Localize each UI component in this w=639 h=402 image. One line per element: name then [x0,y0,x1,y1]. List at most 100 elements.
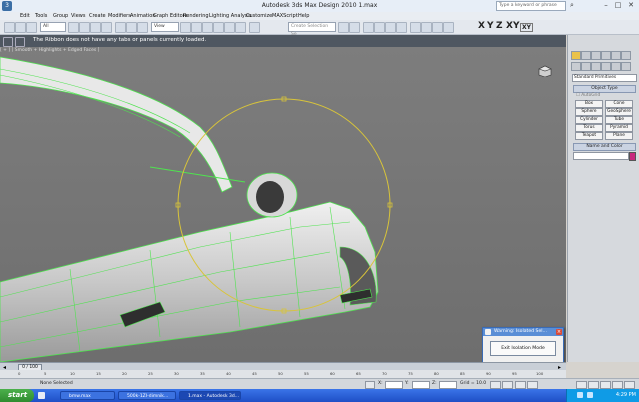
motion-tab-icon[interactable] [601,51,611,60]
zoom-all-icon[interactable] [588,381,599,389]
graphite-tools-icon[interactable] [374,22,385,33]
display-tab-icon[interactable] [611,51,621,60]
edit-named-selection-icon[interactable] [249,22,260,33]
select-by-name-icon[interactable] [79,22,90,33]
mirror-icon[interactable] [338,22,349,33]
shapes-icon[interactable] [581,62,591,71]
percent-snap-icon[interactable] [224,22,235,33]
x-coord-field[interactable] [385,381,403,389]
box-button[interactable]: Box [575,100,603,108]
object-color-swatch[interactable] [629,152,636,161]
zoom-icon[interactable] [576,381,587,389]
quick-launch-icon[interactable] [38,392,45,399]
axis-xy-button[interactable]: XY [506,21,519,31]
menu-help[interactable]: Help [298,12,309,20]
menu-tools[interactable]: Tools [35,12,47,20]
search-input[interactable]: Type a keyword or phrase [496,1,566,11]
rectangle-selection-icon[interactable] [90,22,101,33]
pan-icon[interactable] [600,381,611,389]
taskbar-item-active[interactable]: 1.max - Autodesk 3d... [179,391,241,400]
reference-coordinate-dropdown[interactable]: View [151,22,179,32]
utilities-tab-icon[interactable] [621,51,631,60]
link-icon[interactable] [26,22,37,33]
window-crossing-icon[interactable] [101,22,112,33]
modify-tab-icon[interactable] [581,51,591,60]
minimize-button[interactable]: – [600,0,612,10]
render-setup-icon[interactable] [421,22,432,33]
orbit-icon[interactable] [612,381,623,389]
angle-snap-icon[interactable] [213,22,224,33]
primitive-category-dropdown[interactable]: Standard Primitives [572,74,637,82]
helpers-icon[interactable] [611,62,621,71]
volume-icon[interactable] [587,392,593,398]
close-button[interactable]: ✕ [625,0,637,10]
menu-customize[interactable]: Customize [246,12,272,20]
spinner-snap-icon[interactable] [235,22,246,33]
menu-maxscript[interactable]: MAXScript [272,12,298,20]
create-tab-icon[interactable] [571,51,581,60]
hierarchy-tab-icon[interactable] [591,51,601,60]
redo-icon[interactable] [15,22,26,33]
named-selection-sets-dropdown[interactable]: Create Selection Se [288,22,336,37]
search-icon[interactable]: ⌕ [566,0,578,10]
teapot-button[interactable]: Teapot [575,132,603,140]
geometry-icon[interactable] [571,62,581,71]
taskbar-item[interactable]: 500k-1ZI-dimnik... [118,391,176,400]
taskbar-item[interactable]: bmw.max [60,391,115,400]
set-key-button[interactable] [502,381,513,389]
object-name-field[interactable] [573,152,629,160]
cone-button[interactable]: Cone [605,100,633,108]
torus-button[interactable]: Torus [575,124,603,132]
menu-create[interactable]: Create [89,12,106,20]
select-manipulate-icon[interactable] [191,22,202,33]
auto-key-button[interactable] [490,381,501,389]
tube-button[interactable]: Tube [605,116,633,124]
tray-icon[interactable] [577,392,583,398]
rendered-frame-window-icon[interactable] [432,22,443,33]
snaps-toggle-icon[interactable] [202,22,213,33]
material-editor-icon[interactable] [410,22,421,33]
select-rotate-icon[interactable] [126,22,137,33]
menu-group[interactable]: Group [53,12,68,20]
sphere-button[interactable]: Sphere [575,108,603,116]
play-icon[interactable] [515,381,526,389]
start-button[interactable]: start [0,389,34,402]
axis-xy-constraint-button[interactable]: XY [520,23,533,32]
cylinder-button[interactable]: Cylinder [575,116,603,124]
menu-modifiers[interactable]: Modifiers [108,12,131,20]
render-production-icon[interactable] [443,22,454,33]
menu-animation[interactable]: Animation [130,12,156,20]
menu-edit[interactable]: Edit [20,12,30,20]
menu-rendering[interactable]: Rendering [183,12,209,20]
name-and-color-rollout[interactable]: Name and Color [573,143,636,151]
ribbon-minimize-icon[interactable] [15,37,25,47]
pivot-center-icon[interactable] [180,22,191,33]
align-icon[interactable] [349,22,360,33]
maximize-button[interactable]: □ [612,0,624,10]
lock-selection-icon[interactable] [365,381,375,389]
pyramid-button[interactable]: Pyramid [605,124,633,132]
menu-views[interactable]: Views [71,12,85,20]
layer-manager-icon[interactable] [363,22,374,33]
viewport-label[interactable]: [ + ] [ Smooth + Highlights + Edged Face… [0,48,99,53]
z-coord-field[interactable] [439,381,457,389]
track-bar[interactable]: 0 5 10 15 20 25 30 35 40 45 50 55 60 65 … [0,370,566,378]
plane-button[interactable]: Plane [605,132,633,140]
maximize-viewport-icon[interactable] [624,381,635,389]
axis-y-button[interactable]: Y [487,21,494,31]
curve-editor-icon[interactable] [385,22,396,33]
ribbon-toggle-icon[interactable] [3,37,13,47]
geosphere-button[interactable]: GeoSphere [605,108,633,116]
systems-icon[interactable] [621,62,631,71]
lights-icon[interactable] [591,62,601,71]
axis-z-button[interactable]: Z [496,21,503,31]
undo-icon[interactable] [4,22,15,33]
select-scale-icon[interactable] [137,22,148,33]
select-move-icon[interactable] [115,22,126,33]
y-coord-field[interactable] [412,381,430,389]
object-type-rollout[interactable]: Object Type [573,85,636,93]
exit-isolation-mode-button[interactable]: Exit Isolation Mode [490,341,556,356]
schematic-view-icon[interactable] [396,22,407,33]
perspective-viewport[interactable]: [ + ] [ Smooth + Highlights + Edged Face… [0,47,566,362]
axis-x-button[interactable]: X [478,21,485,31]
